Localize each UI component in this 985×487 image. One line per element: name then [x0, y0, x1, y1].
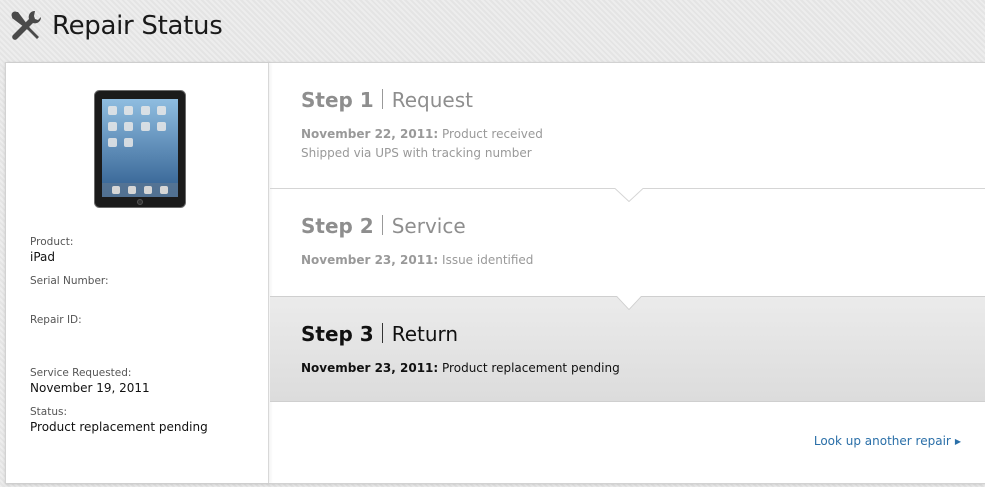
repair-id-value	[30, 327, 260, 344]
step-name: Service	[391, 214, 466, 238]
repair-status-panel: Product: iPad Serial Number: Repair ID: …	[5, 62, 985, 484]
step-return: Step 3 Return November 23, 2011: Product…	[270, 321, 985, 378]
step-service: Step 2 Service November 23, 2011: Issue …	[270, 213, 985, 270]
step-text: Product received	[438, 127, 543, 141]
step-divider-notch	[616, 296, 642, 310]
step-number: Step 1	[301, 88, 374, 112]
step-date: November 23, 2011:	[301, 361, 439, 375]
repair-id-label: Repair ID:	[30, 314, 82, 326]
ipad-product-image	[94, 90, 186, 208]
repair-steps: Step 1 Request November 22, 2011: Produc…	[270, 63, 985, 483]
step-separator	[381, 215, 383, 235]
page-title: Repair Status	[52, 11, 223, 41]
step-request: Step 1 Request November 22, 2011: Produc…	[270, 87, 985, 163]
product-label: Product:	[30, 236, 74, 248]
status-label: Status:	[30, 406, 67, 418]
step-text: Product replacement pending	[438, 361, 620, 375]
page-header: Repair Status	[8, 6, 223, 46]
tools-icon	[11, 10, 42, 40]
status-value: Product replacement pending	[30, 420, 208, 434]
step-date: November 23, 2011:	[301, 253, 439, 267]
step-divider-notch	[615, 188, 643, 202]
step-name: Return	[391, 322, 459, 346]
serial-number-value	[30, 288, 260, 305]
step-number: Step 3	[301, 322, 374, 346]
step-separator	[381, 323, 383, 343]
step-text: Issue identified	[438, 253, 534, 267]
step-separator	[381, 89, 383, 109]
step-number: Step 2	[301, 214, 374, 238]
service-requested-label: Service Requested:	[30, 367, 132, 379]
step-name: Request	[391, 88, 473, 112]
service-requested-value: November 19, 2011	[30, 381, 150, 395]
product-value: iPad	[30, 250, 56, 264]
step-date: November 22, 2011:	[301, 127, 439, 141]
look-up-link-label: Look up another repair	[813, 434, 951, 448]
product-sidebar: Product: iPad Serial Number: Repair ID: …	[6, 63, 269, 483]
step-extra: Shipped via UPS with tracking number	[301, 146, 532, 160]
chevron-right-icon: ▶	[954, 437, 961, 446]
serial-number-label: Serial Number:	[30, 275, 109, 287]
look-up-another-repair-link[interactable]: Look up another repair ▶	[814, 434, 961, 448]
